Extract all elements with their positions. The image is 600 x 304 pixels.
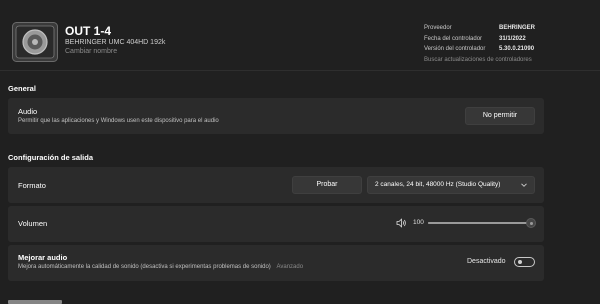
driver-version-label: Versión del controlador [424, 46, 486, 52]
enhance-audio-description: Mejora automáticamente la calidad de son… [18, 264, 303, 270]
speaker-volume-icon[interactable] [396, 218, 407, 228]
chevron-down-icon [521, 183, 527, 187]
device-model: BEHRINGER UMC 404HD 192k [65, 39, 166, 46]
format-select-value: 2 canales, 24 bit, 48000 Hz (Studio Qual… [375, 181, 501, 188]
clipped-header-text [225, 0, 325, 2]
disallow-button[interactable]: No permitir [465, 107, 535, 125]
driver-version-value: 5.30.0.21090 [499, 46, 535, 52]
section-title-output: Configuración de salida [8, 153, 94, 162]
volume-label: Volumen [18, 219, 48, 228]
speaker-icon [12, 22, 58, 62]
enhance-audio-toggle[interactable] [514, 257, 535, 267]
volume-slider[interactable] [428, 218, 536, 228]
enhance-audio-state: Desactivado [467, 258, 506, 265]
format-label: Formato [18, 181, 46, 190]
clipped-section-title [8, 298, 68, 304]
volume-slider-thumb[interactable] [526, 218, 536, 228]
enhance-audio-desc-text: Mejora automáticamente la calidad de son… [18, 264, 271, 270]
test-button[interactable]: Probar [292, 176, 362, 194]
driver-date-value: 31/1/2022 [499, 36, 526, 42]
provider-value: BEHRINGER [499, 25, 536, 31]
enhance-audio-title: Mejorar audio [18, 253, 68, 262]
volume-slider-fill [428, 222, 531, 224]
audio-title: Audio [18, 107, 38, 116]
section-title-general: General [8, 84, 36, 93]
advanced-link[interactable]: Avanzado [276, 264, 303, 270]
check-driver-updates-link[interactable]: Buscar actualizaciones de controladores [424, 57, 532, 63]
volume-card: Volumen 100 [8, 206, 544, 242]
device-title: OUT 1-4 [65, 24, 112, 38]
enhance-audio-card: Mejorar audio Mejora automáticamente la … [8, 245, 544, 281]
volume-value: 100 [413, 219, 424, 226]
audio-card: Audio Permitir que las aplicaciones y Wi… [8, 98, 544, 134]
provider-label: Proveedor [424, 25, 452, 31]
format-select[interactable]: 2 canales, 24 bit, 48000 Hz (Studio Qual… [367, 176, 535, 194]
driver-date-label: Fecha del controlador [424, 36, 483, 42]
audio-description: Permitir que las aplicaciones y Windows … [18, 118, 219, 124]
header-divider [0, 70, 600, 71]
toggle-knob [518, 260, 522, 264]
rename-link[interactable]: Cambiar nombre [65, 48, 117, 55]
format-card: Formato Probar 2 canales, 24 bit, 48000 … [8, 167, 544, 203]
